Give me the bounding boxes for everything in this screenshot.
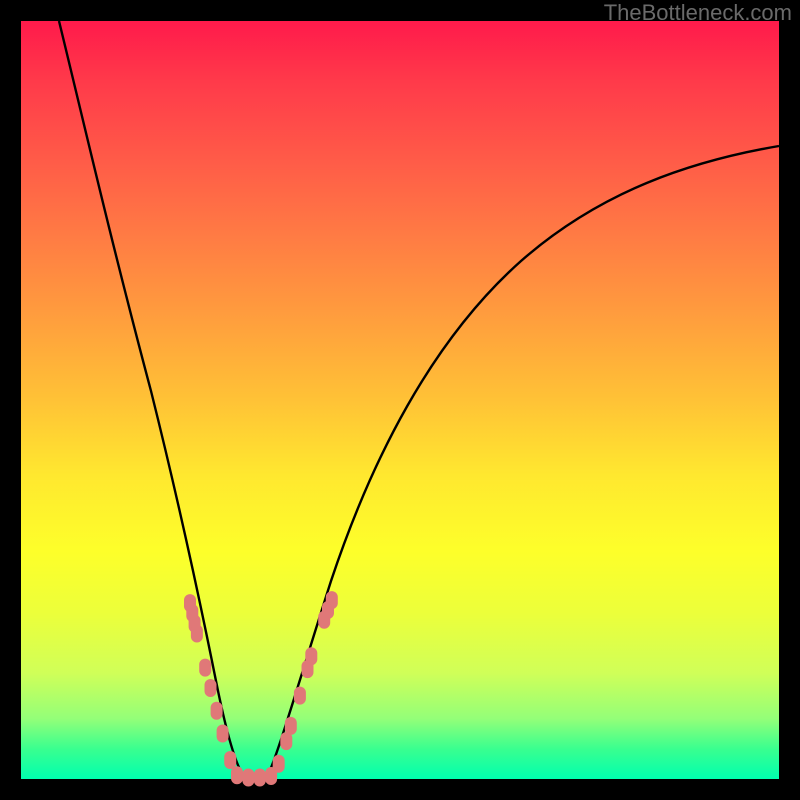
data-marker: [326, 591, 338, 609]
data-marker: [242, 769, 254, 787]
data-marker: [205, 679, 217, 697]
data-marker: [254, 769, 266, 787]
data-marker: [305, 647, 317, 665]
markers-group: [184, 591, 338, 786]
data-marker: [199, 659, 211, 677]
chart-stage: TheBottleneck.com: [0, 0, 800, 800]
data-marker: [224, 751, 236, 769]
curve-right-branch: [266, 146, 779, 779]
curve-left-branch: [59, 21, 246, 779]
data-marker: [217, 725, 229, 743]
data-marker: [294, 687, 306, 705]
data-marker: [211, 702, 223, 720]
plot-area: [21, 21, 779, 779]
data-marker: [273, 755, 285, 773]
watermark-text: TheBottleneck.com: [604, 0, 792, 26]
data-marker: [191, 625, 203, 643]
data-marker: [231, 766, 243, 784]
data-marker: [285, 717, 297, 735]
chart-svg: [21, 21, 779, 779]
